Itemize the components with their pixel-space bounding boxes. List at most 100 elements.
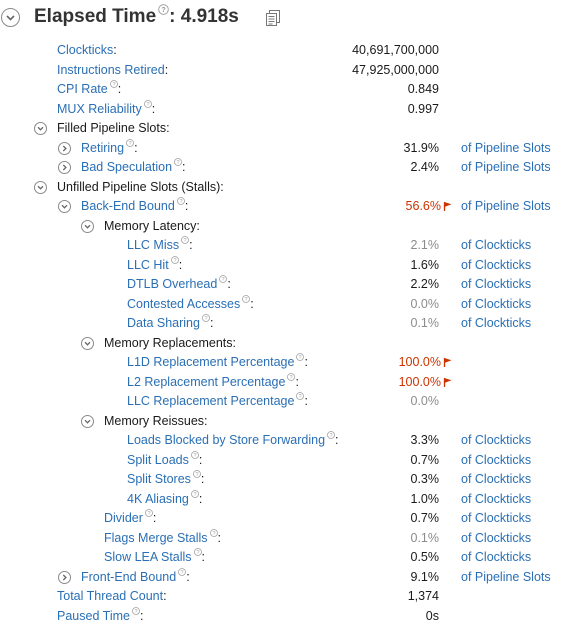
expand-toggle-retiring[interactable] [58,142,71,155]
metric-value: 0.997 [408,100,439,120]
metric-name-contested-accesses[interactable]: Contested Accesses [127,297,240,311]
metric-unit-link[interactable]: of Clockticks [461,509,531,529]
question-mark-icon[interactable]: ? [178,568,186,576]
question-mark-icon[interactable]: ? [144,100,152,108]
metric-unit-link[interactable]: of Clockticks [461,529,531,549]
metric-name-data-sharing[interactable]: Data Sharing [127,316,200,330]
metric-name-mux-reliability[interactable]: MUX Reliability [57,102,142,116]
metric-value: 0.7% [411,509,440,529]
question-mark-icon[interactable]: ? [296,353,304,361]
metric-value: 2.1% [411,236,440,256]
question-mark-icon[interactable]: ? [327,431,335,439]
metric-name-cpi-rate[interactable]: CPI Rate [57,82,108,96]
label-colon: : [153,511,156,525]
expand-toggle-front-end-bound[interactable] [58,571,71,584]
expand-toggle-back-end-bound[interactable] [58,200,71,213]
metric-unit-link[interactable]: of Clockticks [461,275,531,295]
label-colon: : [201,472,204,486]
question-mark-icon[interactable]: ? [174,158,182,166]
label-colon: : [335,433,338,447]
question-mark-icon[interactable]: ? [181,236,189,244]
metric-unit-link[interactable]: of Clockticks [461,256,531,276]
metric-unit-link[interactable]: of Clockticks [461,236,531,256]
metric-row-filled-pipeline-slots: Filled Pipeline Slots: [0,119,571,139]
metric-unit-link[interactable]: of Clockticks [461,431,531,451]
question-mark-icon[interactable]: ? [126,139,134,147]
metric-label: Split Loads?: [127,451,202,471]
metric-name-llc-miss[interactable]: LLC Miss [127,238,179,252]
metric-name-dtlb-overhead[interactable]: DTLB Overhead [127,277,217,291]
metric-unit-link[interactable]: of Clockticks [461,470,531,490]
question-mark-icon[interactable]: ? [191,490,199,498]
question-mark-icon[interactable]: ? [110,80,118,88]
metric-name-4k-aliasing[interactable]: 4K Aliasing [127,492,189,506]
metric-unit-link[interactable]: of Clockticks [461,295,531,315]
metric-name-split-stores[interactable]: Split Stores [127,472,191,486]
question-mark-icon[interactable]: ? [132,607,140,615]
metric-name-divider[interactable]: Divider [104,511,143,525]
metric-name-retiring[interactable]: Retiring [81,141,124,155]
svg-text:?: ? [184,238,187,244]
metric-unit-link[interactable]: of Clockticks [461,490,531,510]
metric-label: Clockticks: [57,41,117,61]
chevron-down-icon [83,339,92,348]
metric-name-llc-replacement-percentage[interactable]: LLC Replacement Percentage [127,394,294,408]
label-colon: : [199,453,202,467]
label-colon: : [304,394,307,408]
question-mark-icon[interactable]: ? [158,4,169,15]
summary-collapse-toggle[interactable] [1,8,20,27]
question-mark-icon[interactable]: ? [177,197,185,205]
metric-name-loads-blocked-by-store-forwarding[interactable]: Loads Blocked by Store Forwarding [127,433,325,447]
metric-value: 2.2% [411,275,440,295]
red-flag-icon [443,201,453,212]
question-mark-icon[interactable]: ? [171,256,179,264]
metric-unit-link[interactable]: of Pipeline Slots [461,139,551,159]
metric-name-total-thread-count[interactable]: Total Thread Count [57,589,163,603]
metric-name-clockticks[interactable]: Clockticks [57,43,113,57]
expand-toggle-memory-reissues[interactable] [81,415,94,428]
question-mark-icon[interactable]: ? [287,373,295,381]
metric-name-bad-speculation[interactable]: Bad Speculation [81,160,172,174]
metric-unit-link[interactable]: of Clockticks [461,451,531,471]
metric-name-back-end-bound[interactable]: Back-End Bound [81,199,175,213]
question-mark-icon[interactable]: ? [296,392,304,400]
metric-unit-link[interactable]: of Pipeline Slots [461,197,551,217]
question-mark-icon[interactable]: ? [242,295,250,303]
metric-name-instructions-retired[interactable]: Instructions Retired [57,63,165,77]
svg-text:?: ? [330,433,333,439]
copy-document-icon[interactable] [264,9,282,27]
question-mark-icon[interactable]: ? [145,509,153,517]
expand-toggle-memory-replacements[interactable] [81,337,94,350]
question-mark-icon[interactable]: ? [191,451,199,459]
metric-row-cpi-rate: CPI Rate?:0.849 [0,80,571,100]
metric-unit-link[interactable]: of Clockticks [461,314,531,334]
question-mark-icon[interactable]: ? [193,470,201,478]
expand-toggle-bad-speculation[interactable] [58,161,71,174]
metric-name-l1d-replacement-percentage[interactable]: L1D Replacement Percentage [127,355,294,369]
metric-unit-link[interactable]: of Pipeline Slots [461,568,551,588]
chevron-down-icon [36,183,45,192]
expand-toggle-filled-pipeline-slots[interactable] [34,122,47,135]
svg-text:?: ? [112,82,115,88]
metric-label: Contested Accesses?: [127,295,254,315]
metric-name-front-end-bound[interactable]: Front-End Bound [81,570,176,584]
label-colon: : [163,589,166,603]
metric-name-split-loads[interactable]: Split Loads [127,453,189,467]
metric-unit-link[interactable]: of Clockticks [461,548,531,568]
question-mark-icon[interactable]: ? [194,548,202,556]
label-colon: : [179,258,182,272]
metric-name-llc-hit[interactable]: LLC Hit [127,258,169,272]
question-mark-icon[interactable]: ? [219,275,227,283]
label-colon: : [189,238,192,252]
expand-toggle-unfilled-pipeline-slots-stalls[interactable] [34,181,47,194]
metric-label: Split Stores?: [127,470,204,490]
metric-name-slow-lea-stalls[interactable]: Slow LEA Stalls [104,550,192,564]
metric-unit-link[interactable]: of Pipeline Slots [461,158,551,178]
metric-name-flags-merge-stalls[interactable]: Flags Merge Stalls [104,531,208,545]
svg-text:?: ? [299,355,302,361]
expand-toggle-memory-latency[interactable] [81,220,94,233]
question-mark-icon[interactable]: ? [202,314,210,322]
metric-name-l2-replacement-percentage[interactable]: L2 Replacement Percentage [127,375,285,389]
label-colon: : [182,160,185,174]
question-mark-icon[interactable]: ? [210,529,218,537]
